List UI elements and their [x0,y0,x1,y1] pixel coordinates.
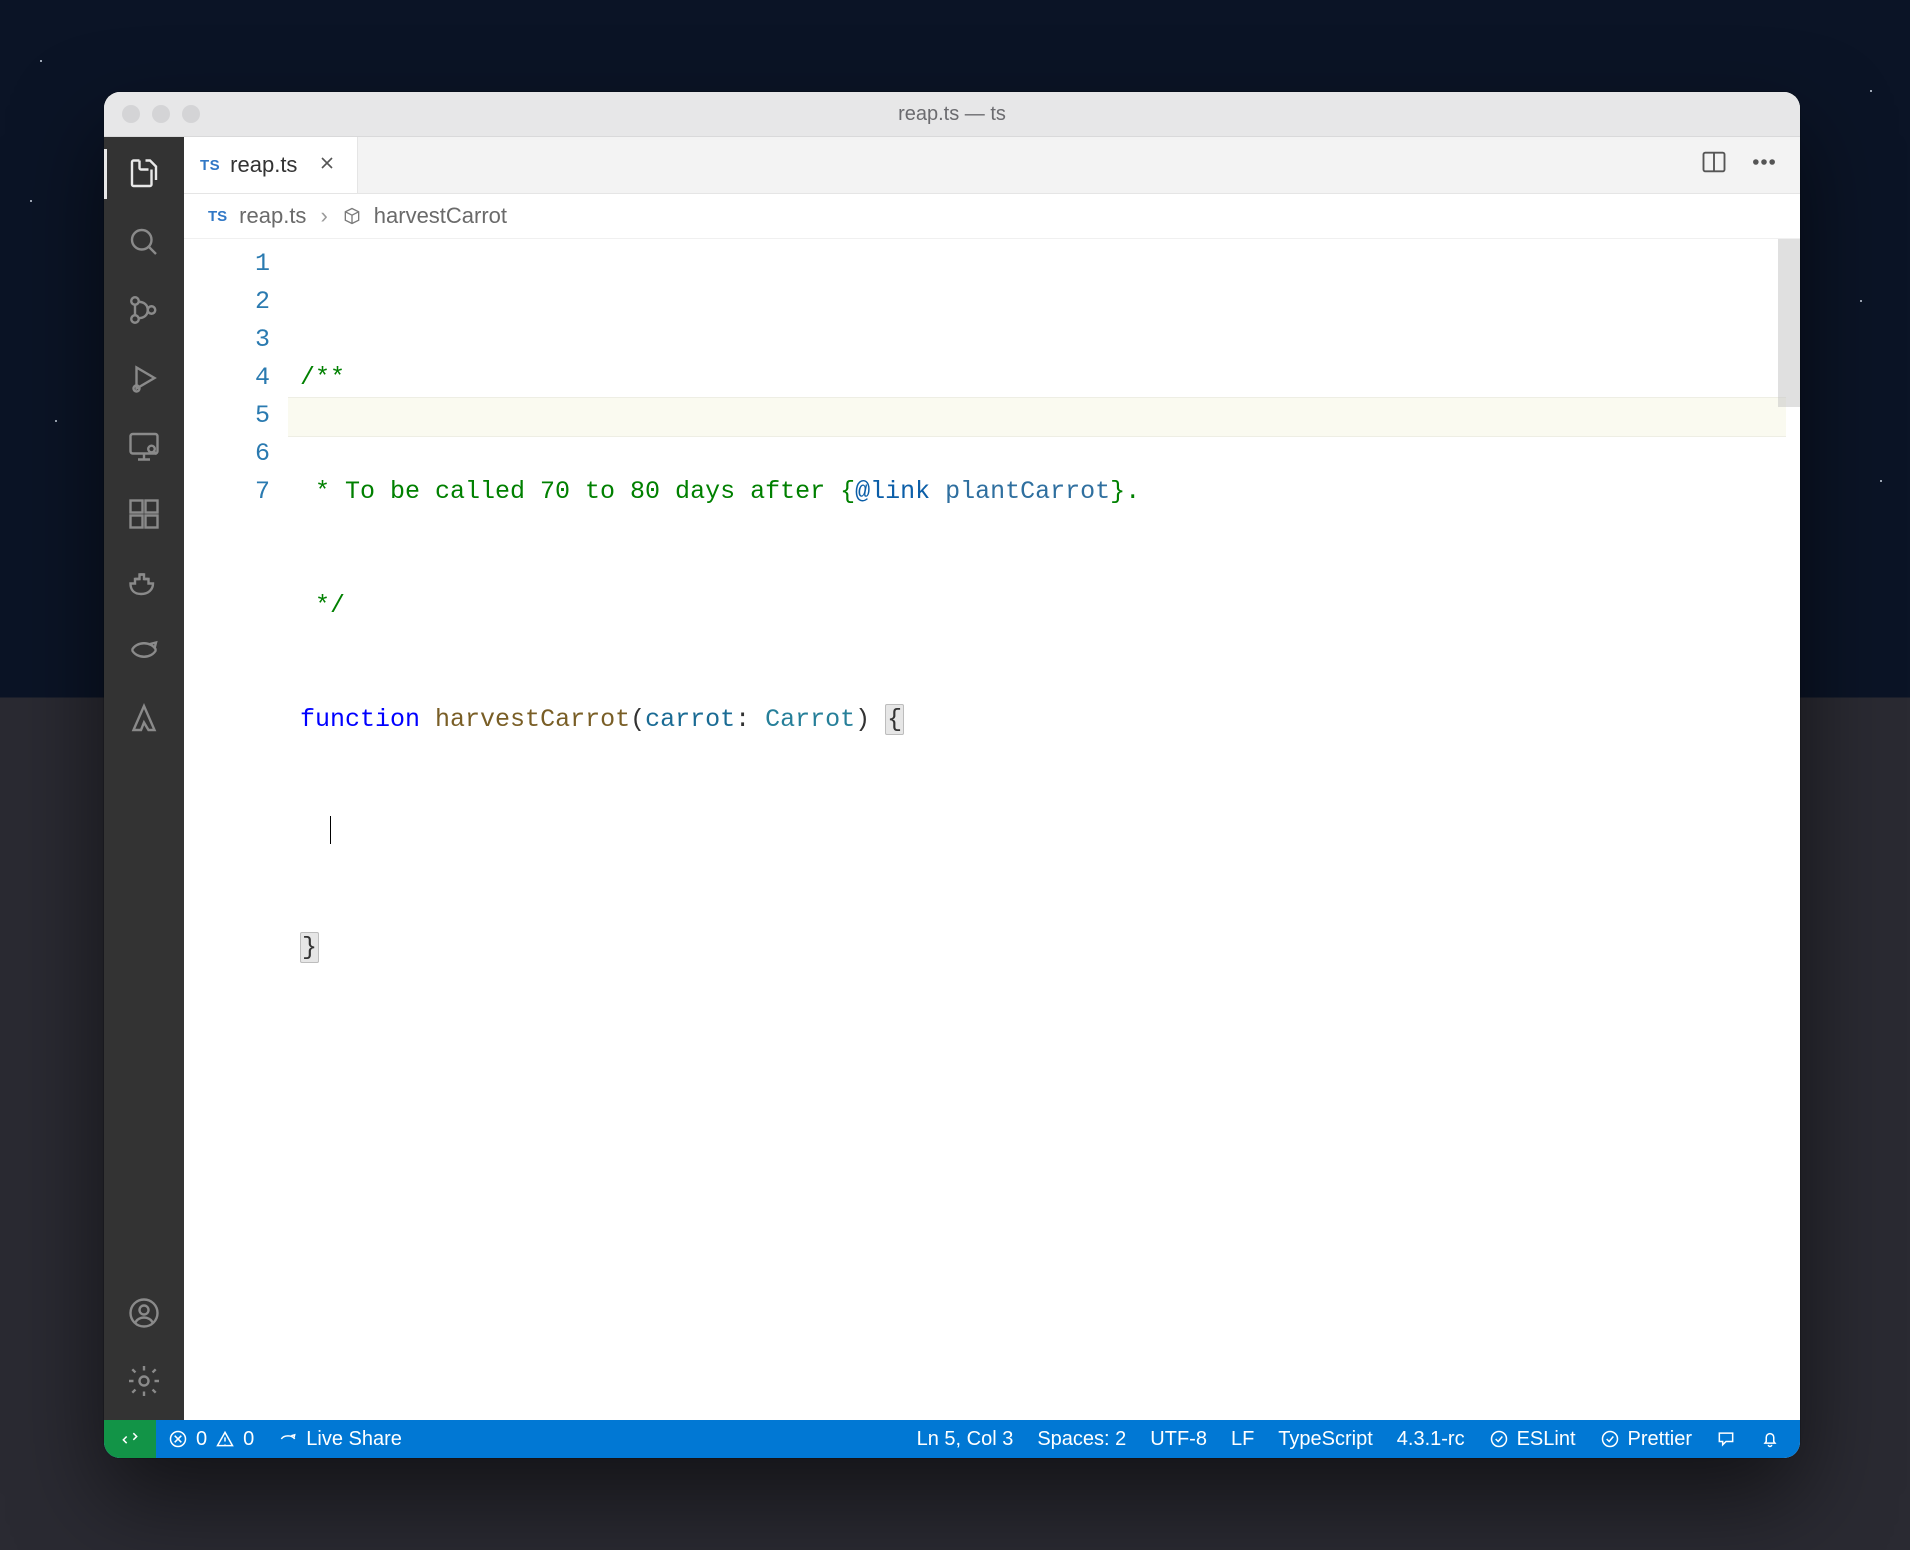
problems-status[interactable]: 0 0 [156,1428,266,1451]
line-number: 1 [184,245,270,283]
line-number: 6 [184,435,270,473]
line-number-gutter: 1 2 3 4 5 6 7 [184,239,288,1420]
code-editor[interactable]: 1 2 3 4 5 6 7 /** * To be called 70 to 8… [184,239,1800,1420]
azure-icon[interactable] [125,699,163,737]
more-actions-icon[interactable] [1750,148,1778,182]
search-icon[interactable] [125,223,163,261]
close-tab-icon[interactable] [317,152,337,179]
live-share-icon[interactable] [125,631,163,669]
status-bar: 0 0 Live Share Ln 5, Col 3 Spaces: 2 UTF… [104,1420,1800,1458]
error-icon [168,1429,188,1449]
chevron-right-icon: › [320,203,327,229]
settings-gear-icon[interactable] [125,1362,163,1400]
line-number: 4 [184,359,270,397]
breadcrumb-symbol[interactable]: harvestCarrot [374,203,507,229]
active-line-highlight [288,397,1786,437]
prettier-status[interactable]: Prettier [1588,1428,1704,1451]
indentation-status[interactable]: Spaces: 2 [1025,1428,1138,1451]
line-number: 2 [184,283,270,321]
breadcrumbs[interactable]: TS reap.ts › harvestCarrot [184,194,1800,239]
eslint-status[interactable]: ESLint [1477,1428,1588,1451]
tab-reap-ts[interactable]: TS reap.ts [184,137,358,193]
explorer-icon[interactable] [125,155,163,193]
typescript-file-icon: TS [200,157,220,174]
feedback-icon[interactable] [1704,1429,1748,1449]
tab-bar: TS reap.ts [184,137,1800,194]
typescript-file-icon: TS [208,208,227,225]
window-title: reap.ts — ts [104,103,1800,126]
split-editor-icon[interactable] [1700,148,1728,182]
text-cursor [330,816,331,844]
warning-icon [215,1429,235,1449]
line-number: 5 [184,397,270,435]
code-content[interactable]: /** * To be called 70 to 80 days after {… [288,239,1800,1420]
line-number: 7 [184,473,270,511]
encoding-status[interactable]: UTF-8 [1138,1428,1219,1451]
language-mode-status[interactable]: TypeScript [1266,1428,1384,1451]
check-icon [1489,1429,1509,1449]
titlebar[interactable]: reap.ts — ts [104,92,1800,137]
eol-status[interactable]: LF [1219,1428,1266,1451]
symbol-method-icon [342,206,362,226]
extensions-icon[interactable] [125,495,163,533]
live-share-icon [278,1429,298,1449]
tab-label: reap.ts [230,152,297,178]
typescript-version-status[interactable]: 4.3.1-rc [1385,1428,1477,1451]
check-icon [1600,1429,1620,1449]
vscode-window: reap.ts — ts [104,92,1800,1458]
notifications-bell-icon[interactable] [1748,1429,1800,1449]
cursor-position-status[interactable]: Ln 5, Col 3 [905,1428,1026,1451]
accounts-icon[interactable] [125,1294,163,1332]
docker-icon[interactable] [125,563,163,601]
remote-explorer-icon[interactable] [125,427,163,465]
remote-indicator[interactable] [104,1420,156,1458]
activity-bar [104,137,184,1420]
source-control-icon[interactable] [125,291,163,329]
line-number: 3 [184,321,270,359]
breadcrumb-file[interactable]: reap.ts [239,203,306,229]
run-debug-icon[interactable] [125,359,163,397]
live-share-status[interactable]: Live Share [266,1428,414,1451]
